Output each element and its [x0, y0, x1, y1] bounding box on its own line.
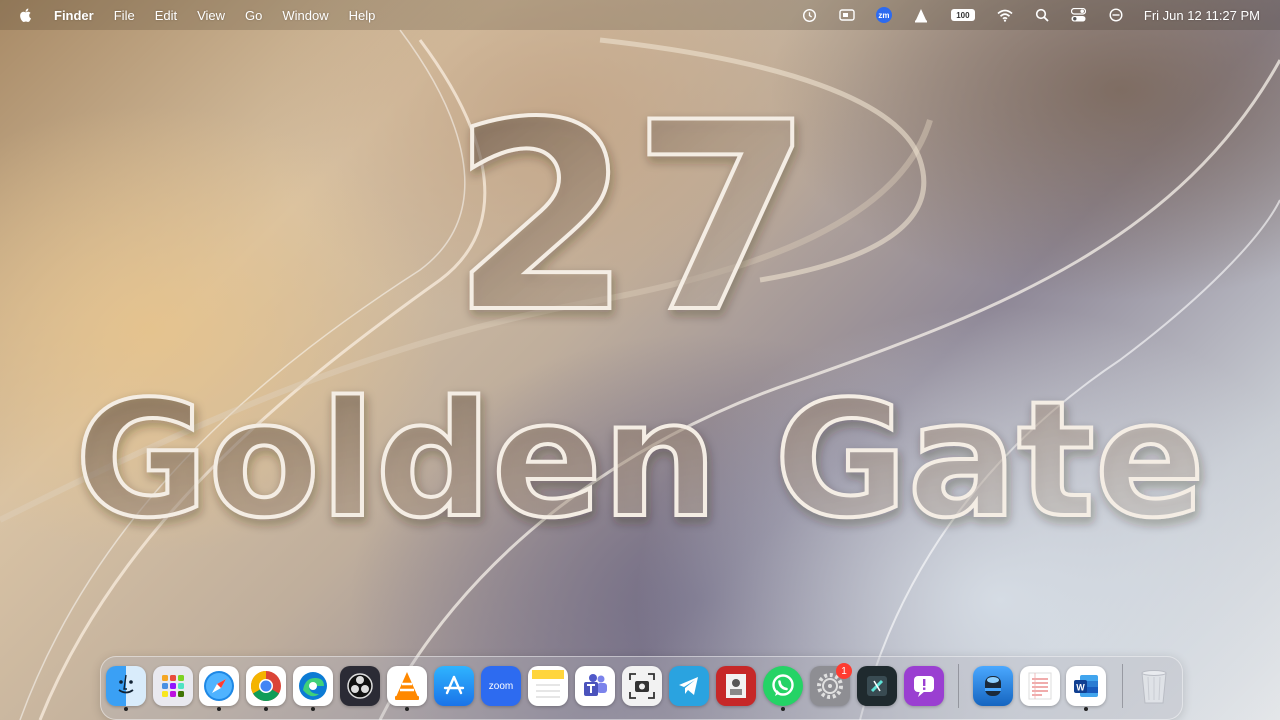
trash-icon — [1141, 670, 1167, 704]
dock-teams[interactable] — [575, 666, 615, 706]
menu-bar: Finder File Edit View Go Window Help zm … — [0, 0, 1280, 30]
dock-utility[interactable] — [973, 666, 1013, 706]
dock-final-cut[interactable] — [857, 666, 897, 706]
apple-menu-icon[interactable] — [18, 7, 34, 23]
textedit-icon — [1028, 672, 1052, 700]
zoom-icon: zoom — [488, 680, 514, 692]
svg-text:W: W — [1076, 683, 1085, 693]
chrome-icon — [250, 671, 281, 702]
zoom-status-icon[interactable]: zm — [875, 7, 892, 23]
whatsapp-icon — [772, 674, 794, 696]
dock-running-indicator — [781, 707, 785, 711]
dock-notes[interactable] — [528, 666, 568, 706]
dock-running-indicator — [264, 707, 268, 711]
dock-running-indicator — [217, 707, 221, 711]
edge-icon — [299, 672, 327, 700]
dock-zoom[interactable]: zoom — [481, 666, 521, 706]
dock-running-indicator — [311, 707, 315, 711]
utility-icon — [985, 676, 1001, 696]
screen-icon[interactable] — [839, 7, 855, 23]
dock-trash[interactable] — [1134, 666, 1174, 706]
launchpad-icon — [162, 675, 184, 697]
notification-badge: 1 — [836, 663, 852, 679]
vlc-icon — [395, 672, 419, 700]
menu-help[interactable]: Help — [349, 8, 376, 23]
dock-separator — [1122, 664, 1123, 708]
dock-edge[interactable] — [293, 666, 333, 706]
dock-separator — [958, 664, 959, 708]
finder-icon — [118, 674, 134, 694]
dock-textedit[interactable] — [1020, 666, 1060, 706]
dock-safari[interactable] — [199, 666, 239, 706]
menu-window[interactable]: Window — [282, 8, 328, 23]
dock-chrome[interactable] — [246, 666, 286, 706]
dock-running-indicator — [405, 707, 409, 711]
teams-icon — [584, 674, 607, 696]
wifi-icon[interactable] — [997, 7, 1013, 23]
app-store-icon — [443, 675, 465, 695]
telegram-icon — [679, 677, 698, 695]
spotlight-search-icon[interactable] — [1034, 7, 1050, 23]
focus-icon[interactable] — [1108, 7, 1124, 23]
menu-go[interactable]: Go — [245, 8, 262, 23]
dock-obs[interactable] — [340, 666, 380, 706]
feedback-icon — [914, 676, 934, 697]
dock-telegram[interactable] — [669, 666, 709, 706]
word-icon: W — [1074, 675, 1098, 697]
notes-icon — [532, 670, 564, 698]
obs-icon — [347, 673, 373, 699]
dock-whatsapp[interactable] — [763, 666, 803, 706]
zoom-status-label: zm — [875, 7, 892, 23]
dock-screenshot[interactable] — [622, 666, 662, 706]
dock-vlc[interactable] — [387, 666, 427, 706]
dock-app-store[interactable] — [434, 666, 474, 706]
wallpaper-curves — [0, 29, 1280, 720]
control-center-icon[interactable] — [1071, 7, 1087, 23]
dock-launchpad[interactable] — [153, 666, 193, 706]
final-cut-icon — [867, 676, 887, 696]
battery-icon[interactable]: 100 — [950, 7, 976, 23]
dock-running-indicator — [124, 707, 128, 711]
menu-edit[interactable]: Edit — [155, 8, 177, 23]
time-machine-icon[interactable] — [802, 7, 818, 23]
safari-icon — [204, 671, 234, 701]
dock-running-indicator — [1084, 707, 1088, 711]
screenshot-icon — [629, 673, 655, 699]
photo-booth-icon — [726, 674, 746, 698]
vlc-status-icon[interactable] — [913, 7, 929, 23]
dock-finder[interactable] — [106, 666, 146, 706]
menu-app-name[interactable]: Finder — [54, 8, 94, 23]
menu-clock[interactable]: Fri Jun 12 11:27 PM — [1144, 8, 1260, 23]
dock-word[interactable]: W — [1066, 666, 1106, 706]
battery-label: 100 — [950, 9, 975, 21]
dock-photo-booth[interactable] — [716, 666, 756, 706]
dock-feedback[interactable] — [904, 666, 944, 706]
menu-file[interactable]: File — [114, 8, 135, 23]
menu-view[interactable]: View — [197, 8, 225, 23]
